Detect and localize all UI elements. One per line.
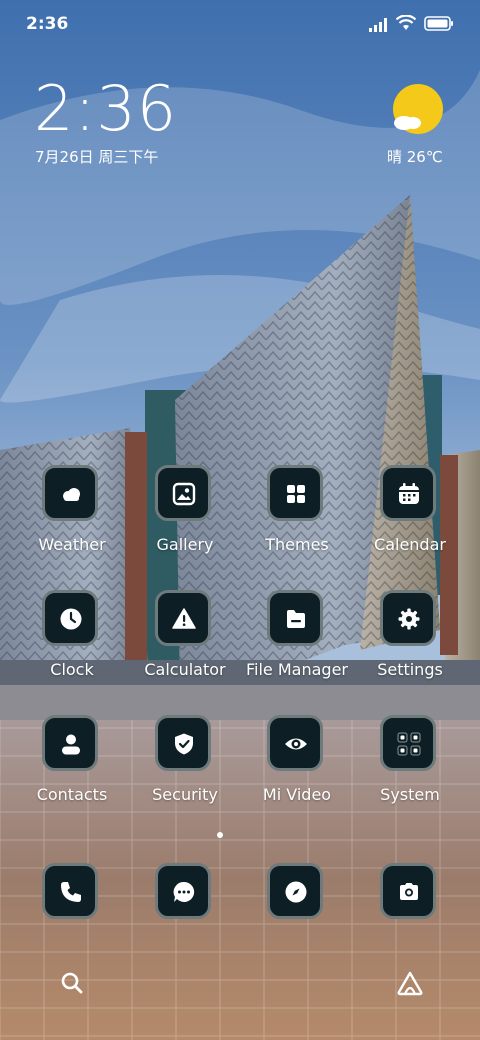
- dock-messaging[interactable]: [129, 863, 241, 923]
- app-file-manager-tile[interactable]: [267, 590, 323, 646]
- image-icon: [172, 482, 196, 506]
- app-label: System: [380, 785, 440, 804]
- status-bar: 2:36: [0, 0, 480, 50]
- app-settings[interactable]: Settings: [354, 590, 466, 700]
- wifi-icon: [395, 14, 417, 35]
- dock-browser-tile[interactable]: [267, 863, 323, 919]
- app-clock[interactable]: Clock: [16, 590, 128, 700]
- folder-grid-icon: [397, 732, 421, 756]
- cloud-icon: [63, 488, 80, 501]
- calendar-icon: [399, 483, 419, 504]
- app-settings-tile[interactable]: [380, 590, 436, 646]
- dock-camera-tile[interactable]: [380, 863, 436, 919]
- launcher-icon[interactable]: [396, 970, 424, 1000]
- app-calculator-tile[interactable]: [155, 590, 211, 646]
- app-clock-tile[interactable]: [42, 590, 98, 646]
- app-weather[interactable]: Weather: [16, 465, 128, 575]
- camera-icon: [400, 883, 418, 900]
- app-system-tile[interactable]: [380, 715, 436, 771]
- person-icon: [62, 734, 80, 755]
- grid-icon: [287, 485, 305, 503]
- app-security[interactable]: Security: [129, 715, 241, 825]
- dock-camera[interactable]: [354, 863, 466, 923]
- page-indicator-dot[interactable]: [217, 832, 223, 838]
- app-themes[interactable]: Themes: [241, 465, 353, 575]
- dock-browser[interactable]: [241, 863, 353, 923]
- folder-icon: [287, 610, 305, 628]
- warning-icon: [172, 608, 196, 629]
- search-icon[interactable]: [59, 970, 85, 1000]
- app-mi-video[interactable]: Mi Video: [241, 715, 353, 825]
- app-gallery[interactable]: Gallery: [129, 465, 241, 575]
- dock-phone-tile[interactable]: [42, 863, 98, 919]
- dock-phone[interactable]: [16, 863, 128, 923]
- clock-widget-date: 7月26日 周三下午: [35, 148, 159, 166]
- clock-widget-time[interactable]: 2:36: [34, 78, 177, 140]
- app-file-manager[interactable]: File Manager: [241, 590, 353, 700]
- message-icon: [173, 881, 195, 902]
- phone-icon: [61, 882, 81, 902]
- app-contacts-tile[interactable]: [42, 715, 98, 771]
- app-label: Calendar: [374, 535, 446, 554]
- battery-icon: [424, 16, 454, 35]
- dock-messaging-tile[interactable]: [155, 863, 211, 919]
- app-calendar-tile[interactable]: [380, 465, 436, 521]
- clock-icon: [60, 608, 82, 630]
- shield-icon: [175, 733, 193, 755]
- app-calendar[interactable]: Calendar: [354, 465, 466, 575]
- app-label: Settings: [377, 660, 443, 679]
- app-system-folder[interactable]: System: [354, 715, 466, 825]
- app-mi-video-tile[interactable]: [267, 715, 323, 771]
- status-time: 2:36: [26, 14, 69, 34]
- sun-cloud-icon: [390, 82, 448, 144]
- app-calculator[interactable]: Calculator: [129, 590, 241, 700]
- signal-icon: [369, 17, 391, 36]
- app-security-tile[interactable]: [155, 715, 211, 771]
- compass-icon: [285, 881, 307, 903]
- weather-widget-text: 晴 26℃: [387, 148, 443, 166]
- gear-icon: [398, 608, 420, 630]
- app-themes-tile[interactable]: [267, 465, 323, 521]
- app-gallery-tile[interactable]: [155, 465, 211, 521]
- app-weather-tile[interactable]: [42, 465, 98, 521]
- app-contacts[interactable]: Contacts: [16, 715, 128, 825]
- eye-icon: [285, 738, 307, 750]
